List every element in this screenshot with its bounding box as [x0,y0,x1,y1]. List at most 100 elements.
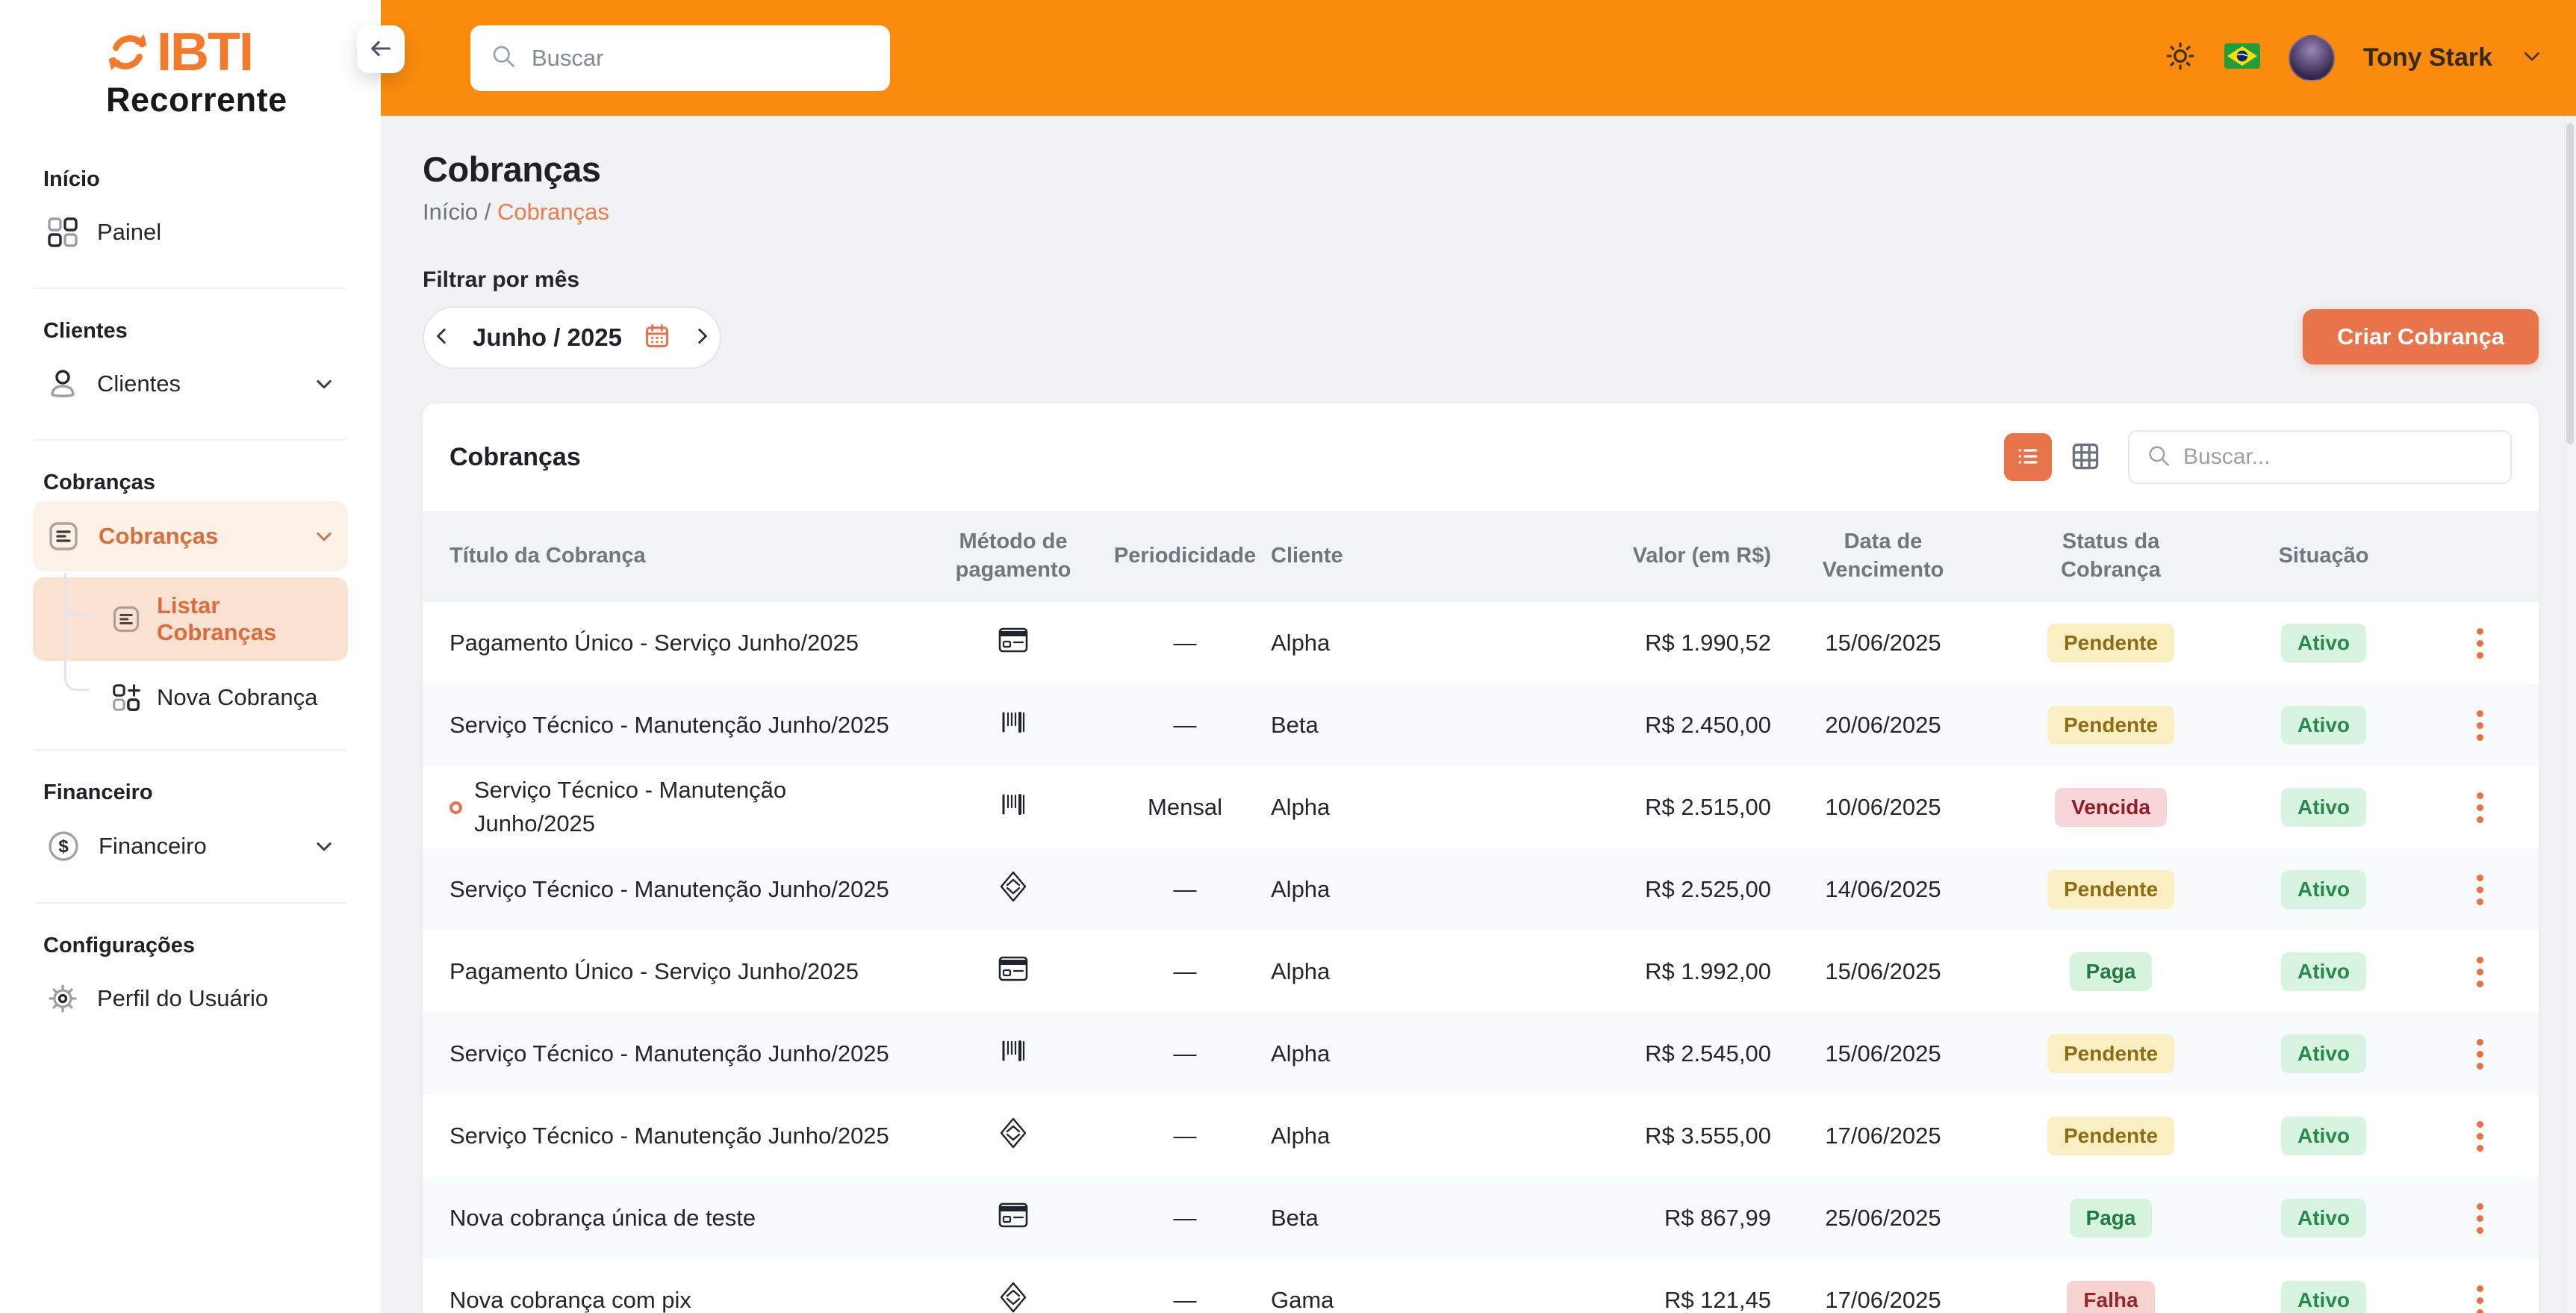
next-month-icon[interactable] [692,326,712,350]
row-title: Serviço Técnico - Manutenção Junho/2025 [449,1120,889,1153]
sidebar-item-cobrancas[interactable]: Cobranças [33,501,348,571]
table-row[interactable]: Serviço Técnico - Manutenção Junho/2025 … [423,848,2539,931]
table-row[interactable]: Nova cobrança única de teste — Beta R$ 8… [423,1177,2539,1259]
sidebar-collapse-button[interactable] [357,25,405,73]
main-content: Cobranças Início / Cobranças Filtrar por… [381,0,2576,1313]
status-badge: Vencida [2055,788,2167,827]
sidebar-item-label: Listar Cobranças [157,592,336,646]
brand-logo: IBTI Recorrente [0,0,381,119]
row-client: Alpha [1271,876,1517,903]
sidebar-item-perfil-usuario[interactable]: Perfil do Usuário [33,964,348,1033]
col-situation: Situação [2227,542,2421,571]
sidebar-item-clientes[interactable]: Clientes [33,350,348,418]
section-label-configuracoes: Configurações [43,934,381,958]
table-search[interactable] [2128,430,2512,484]
user-icon [46,367,79,400]
situation-badge: Ativo [2281,1199,2366,1238]
situation-badge: Ativo [2281,1034,2366,1073]
sidebar-item-label: Perfil do Usuário [97,985,268,1012]
sidebar-divider [34,288,346,289]
prev-month-icon[interactable] [432,326,452,350]
row-value: R$ 2.515,00 [1517,794,1771,821]
row-value: R$ 1.990,52 [1517,630,1771,656]
calendar-icon[interactable] [643,322,671,354]
section-label-financeiro: Financeiro [43,780,381,805]
row-actions-menu[interactable] [2421,1285,2539,1313]
row-actions-menu[interactable] [2421,1039,2539,1070]
row-actions-menu[interactable] [2421,1121,2539,1152]
status-badge: Paga [2070,1199,2153,1238]
theme-sun-icon[interactable] [2165,40,2196,75]
table-row[interactable]: Pagamento Único - Serviço Junho/2025 — A… [423,931,2539,1013]
col-client: Cliente [1271,542,1517,571]
row-value: R$ 1.992,00 [1517,958,1771,985]
row-title: Pagamento Único - Serviço Junho/2025 [449,627,859,660]
status-badge: Pendente [2047,870,2174,909]
row-actions-menu[interactable] [2421,957,2539,987]
sidebar-item-financeiro[interactable]: $ Financeiro [33,811,348,881]
barcode-icon [927,789,1099,825]
language-flag-brazil-icon[interactable] [2224,43,2260,72]
table-row[interactable]: Serviço Técnico - Manutenção Junho/2025 … [423,1013,2539,1095]
row-title: Serviço Técnico - Manutenção Junho/2025 [449,709,889,742]
row-client: Alpha [1271,630,1517,656]
row-actions-menu[interactable] [2421,628,2539,659]
barcode-icon [927,1036,1099,1072]
tree-connector [64,573,90,691]
row-value: R$ 867,99 [1517,1205,1771,1232]
scrollbar-thumb[interactable] [2566,123,2574,444]
row-value: R$ 3.555,00 [1517,1123,1771,1149]
global-search-input[interactable] [532,45,871,72]
row-actions-menu[interactable] [2421,875,2539,905]
sidebar-item-label: Nova Cobrança [157,684,317,711]
col-due: Data de Vencimento [1771,528,1995,584]
row-title: Serviço Técnico - Manutenção Junho/2025 [474,774,786,841]
row-period: — [1099,1123,1271,1149]
sidebar-item-label: Clientes [97,370,181,397]
create-billing-button[interactable]: Criar Cobrança [2303,309,2539,364]
table-row[interactable]: Serviço Técnico - Manutenção Junho/2025 … [423,766,2539,848]
card-icon [927,1202,1099,1234]
table-row[interactable]: Serviço Técnico - Manutenção Junho/2025 … [423,684,2539,766]
situation-badge: Ativo [2281,624,2366,662]
table-row[interactable]: Pagamento Único - Serviço Junho/2025 — A… [423,602,2539,684]
table-search-input[interactable] [2183,444,2494,470]
row-value: R$ 121,45 [1517,1287,1771,1313]
status-badge: Paga [2070,952,2153,991]
row-actions-menu[interactable] [2421,710,2539,741]
row-actions-menu[interactable] [2421,792,2539,823]
table-row[interactable]: Serviço Técnico - Manutenção Junho/2025 … [423,1095,2539,1177]
search-icon [2146,443,2171,472]
breadcrumb-current: Cobranças [497,199,609,225]
user-avatar[interactable] [2289,35,2335,81]
row-period: — [1099,876,1271,903]
table-row[interactable]: Nova cobrança com pix — Gama R$ 121,45 1… [423,1259,2539,1313]
col-value: Valor (em R$) [1517,542,1771,571]
status-badge: Pendente [2047,1117,2174,1155]
row-value: R$ 2.545,00 [1517,1040,1771,1067]
list-view-button[interactable] [2004,433,2052,481]
list-view-icon [2016,444,2040,471]
grid-view-icon [2069,440,2102,475]
global-search[interactable] [470,25,890,91]
col-status: Status da Cobrança [1995,528,2227,584]
dashboard-icon [46,216,79,249]
breadcrumb: Início / Cobranças [423,199,2539,226]
status-badge: Pendente [2047,624,2174,662]
row-value: R$ 2.450,00 [1517,712,1771,739]
grid-view-button[interactable] [2065,437,2106,477]
billing-list-icon [111,603,142,635]
row-actions-menu[interactable] [2421,1203,2539,1234]
topbar: Tony Stark [381,0,2576,116]
month-picker[interactable]: Junho / 2025 [423,306,721,369]
sidebar-item-painel[interactable]: Painel [33,198,348,267]
col-period: Periodicidade [1099,542,1271,571]
scrollbar[interactable] [2564,116,2576,1313]
user-menu-chevron-icon[interactable] [2521,45,2543,71]
situation-badge: Ativo [2281,870,2366,909]
card-title: Cobranças [449,443,581,472]
breadcrumb-root[interactable]: Início [423,199,478,225]
row-title: Serviço Técnico - Manutenção Junho/2025 [449,873,889,907]
arrow-left-icon [368,36,393,63]
brand-name: IBTI [157,25,252,79]
